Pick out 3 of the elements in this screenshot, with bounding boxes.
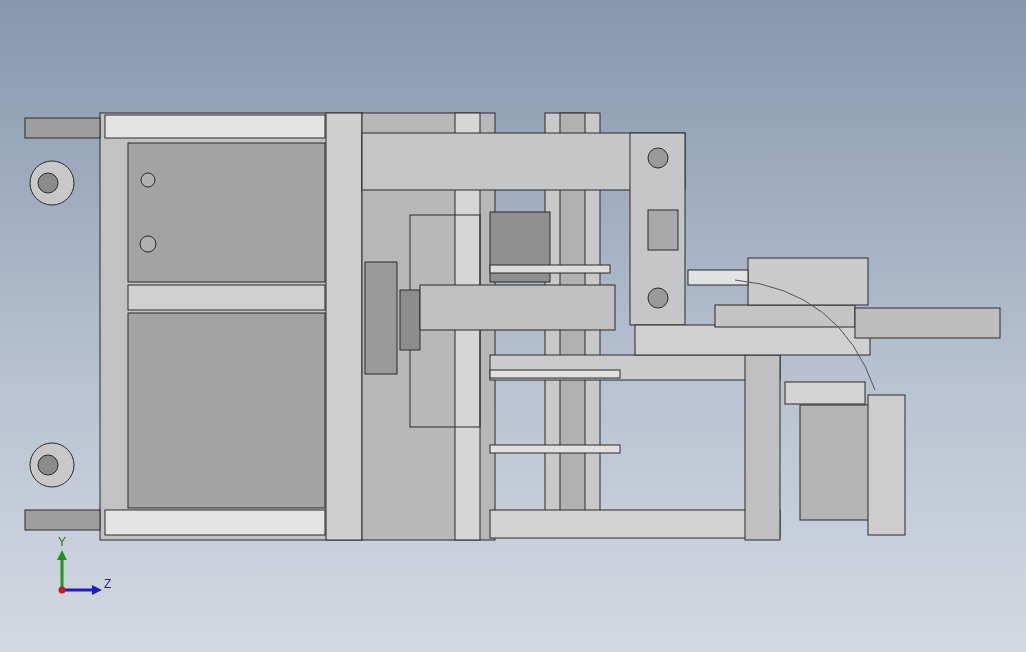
axis-label: Y xyxy=(58,535,66,549)
axis-triad-icon xyxy=(57,550,102,595)
axis-label: Z xyxy=(104,577,112,591)
